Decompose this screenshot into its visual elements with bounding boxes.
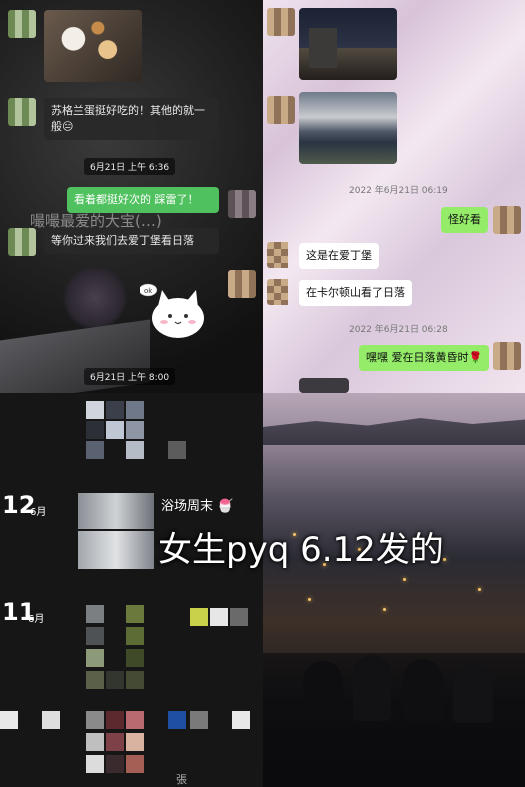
contact-avatar[interactable]	[8, 10, 36, 38]
mosaic-block	[86, 401, 104, 419]
mosaic-block	[126, 421, 144, 439]
timestamp: 2022 年6月21日 06:19	[349, 186, 448, 196]
contact-avatar[interactable]	[267, 242, 293, 268]
mosaic-block	[106, 755, 124, 773]
mosaic-block	[42, 711, 60, 729]
mosaic-block	[126, 733, 144, 751]
city-light	[383, 608, 386, 611]
mosaic-block	[126, 605, 144, 623]
contact-avatar[interactable]	[8, 98, 36, 126]
mosaic-block	[106, 421, 124, 439]
self-avatar[interactable]	[228, 270, 256, 298]
person-silhouette	[403, 659, 443, 721]
mosaic-blur	[60, 268, 130, 328]
timestamp: 6月21日 上午 6:36	[84, 158, 176, 175]
mosaic-block	[0, 711, 18, 729]
sticker-text: ok	[144, 287, 153, 295]
collage: 苏格兰蛋挺好吃的！其他的就一般😑 6月21日 上午 6:36 看着都挺好次的 踩…	[0, 0, 525, 787]
mosaic-block	[126, 401, 144, 419]
person-silhouette	[353, 655, 391, 721]
moments-feed: 12 6月 浴场周末 🍧 11 6月 張	[0, 393, 263, 787]
mosaic-block	[86, 755, 104, 773]
mosaic-block	[126, 627, 144, 645]
moment-photo[interactable]	[78, 493, 154, 529]
mosaic-block	[126, 671, 144, 689]
person-silhouette	[453, 663, 493, 723]
mosaic-block	[126, 441, 144, 459]
mosaic-block	[86, 649, 104, 667]
message-bubble-outgoing[interactable]: 怪好看	[441, 207, 488, 233]
edinburgh-castle-photo[interactable]	[299, 8, 397, 80]
mosaic-block	[106, 711, 124, 729]
mosaic-block	[106, 733, 124, 751]
sunset-city-photo	[263, 393, 525, 787]
person-silhouette	[303, 661, 343, 721]
self-avatar[interactable]	[228, 190, 256, 218]
moment-month: 6月	[30, 507, 47, 518]
timestamp: 2022 年6月21日 06:28	[349, 325, 448, 335]
mosaic-block	[168, 711, 186, 729]
moment-photo[interactable]	[78, 531, 154, 569]
contact-avatar[interactable]	[267, 8, 295, 36]
moment-month: 6月	[28, 614, 45, 625]
mosaic-block	[86, 605, 104, 623]
mosaic-block	[190, 711, 208, 729]
message-bubble[interactable]: 在卡尔顿山看了日落	[299, 280, 412, 306]
mosaic-block	[232, 711, 250, 729]
overlay-caption: 女生pyq 6.12发的	[158, 530, 444, 570]
self-avatar[interactable]	[493, 342, 521, 370]
self-avatar[interactable]	[493, 206, 521, 234]
city-light	[308, 598, 311, 601]
contact-avatar[interactable]	[267, 279, 293, 305]
contact-avatar[interactable]	[267, 96, 295, 124]
message-bubble-outgoing[interactable]: 嘿嘿 爱在日落黄昏时🌹	[359, 345, 490, 371]
message-bubble[interactable]: 等你过来我们去爱丁堡看日落	[44, 228, 219, 254]
contact-avatar[interactable]	[8, 228, 36, 256]
food-photo[interactable]	[44, 10, 142, 82]
timestamp: 6月21日 上午 8:00	[84, 368, 176, 385]
mosaic-block	[126, 755, 144, 773]
mosaic-block	[190, 608, 208, 626]
moment-text-fragment: 張	[176, 773, 187, 786]
mosaic-block	[168, 441, 186, 459]
moment-caption[interactable]: 浴场周末 🍧	[161, 495, 233, 514]
distant-hills	[263, 418, 525, 445]
mosaic-block	[126, 649, 144, 667]
message-bubble[interactable]: 苏格兰蛋挺好吃的！其他的就一般😑	[44, 98, 218, 140]
mosaic-block	[86, 441, 104, 459]
message-bubble[interactable]: 这是在爱丁堡	[299, 243, 379, 269]
dark-chat-screenshot: 苏格兰蛋挺好吃的！其他的就一般😑 6月21日 上午 6:36 看着都挺好次的 踩…	[0, 0, 263, 393]
mosaic-block	[86, 627, 104, 645]
mosaic-block	[86, 671, 104, 689]
sunset-sky-photo[interactable]	[299, 92, 397, 164]
mosaic-block	[210, 608, 228, 626]
city-light	[403, 578, 406, 581]
mosaic-block	[86, 421, 104, 439]
mosaic-block	[230, 608, 248, 626]
cat-sticker[interactable]: ok	[140, 280, 210, 340]
mosaic-block	[106, 671, 124, 689]
city-light	[478, 588, 481, 591]
mosaic-block	[126, 711, 144, 729]
mosaic-block	[86, 711, 104, 729]
photo-thumbnail-partial[interactable]	[299, 378, 349, 393]
mosaic-block	[106, 401, 124, 419]
light-chat-screenshot: 2022 年6月21日 06:19 怪好看 这是在爱丁堡 在卡尔顿山看了日落 2…	[263, 0, 525, 393]
mosaic-block	[86, 733, 104, 751]
